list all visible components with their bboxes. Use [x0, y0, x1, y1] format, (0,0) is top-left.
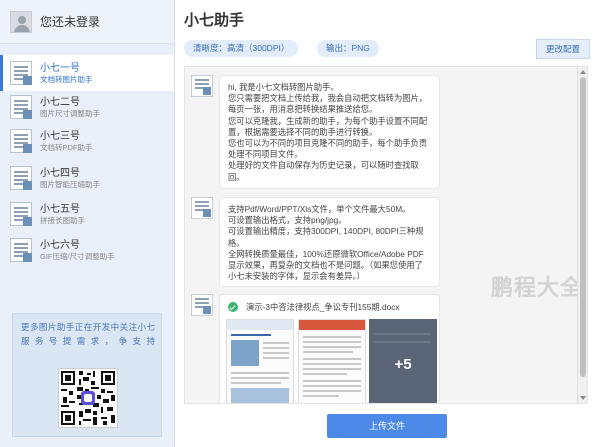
promo-text: 更多图片助手正在开发中关注小七服务号提需求，争支持: [21, 322, 155, 346]
sidebar-item-xiaoqi-4[interactable]: 小七四号 图片智能压缩助手: [0, 160, 174, 196]
sidebar-item-xiaoqi-6[interactable]: 小七六号 GIF压缩/尺寸调整助手: [0, 232, 174, 268]
sidebar-item-xiaoqi-1[interactable]: 小七一号 文档转图片助手: [0, 55, 174, 91]
sidebar-item-subtitle: 图片尺寸调整助手: [40, 108, 100, 118]
avatar[interactable]: [10, 10, 32, 33]
scroll-down-arrow-icon[interactable]: [580, 396, 586, 400]
file-result-bubble[interactable]: 演示-3中咨法律视点_争讼专刊155期.docx +5: [219, 294, 440, 403]
qr-code: [58, 368, 118, 428]
assistant-avatar: [191, 197, 213, 219]
long-image-icon: [10, 202, 32, 226]
message-text: 支持Pdf/Word/PPT/Xls文件，单个文件最大50M。 可设置输出格式，…: [228, 204, 424, 282]
main-panel: 小七助手 清晰度：高清（300DPI） 输出：PNG 更改配置 hi, 我是小七…: [176, 0, 600, 447]
promo-panel: 更多图片助手正在开发中关注小七服务号提需求，争支持: [12, 313, 162, 437]
sidebar-item-xiaoqi-2[interactable]: 小七二号 图片尺寸调整助手: [0, 89, 174, 125]
sidebar-item-title: 小七四号: [40, 167, 80, 179]
more-pages-thumbnail[interactable]: +5: [369, 319, 437, 403]
user-panel[interactable]: 您还未登录: [0, 0, 174, 44]
sidebar-item-subtitle: GIF压缩/尺寸调整助手: [40, 251, 115, 261]
assistant-avatar: [191, 294, 213, 316]
sidebar-item-title: 小七一号: [40, 62, 80, 74]
sidebar-item-xiaoqi-3[interactable]: 小七三号 文档转PDF助手: [0, 123, 174, 159]
success-check-icon: [228, 302, 238, 312]
message-text: hi, 我是小七文档转图片助手。 您只需要把文档上传给我，我会自动把文档转为图片…: [228, 82, 428, 182]
sidebar-item-subtitle: 文档转图片助手: [40, 74, 93, 84]
sidebar: 您还未登录 小七一号 文档转图片助手 小七二号 图片尺寸调整助手 小七三号 文档…: [0, 0, 175, 447]
chat-area[interactable]: hi, 我是小七文档转图片助手。 您只需要把文档上传给我，我会自动把文档转为图片…: [184, 66, 588, 404]
message-bubble: hi, 我是小七文档转图片助手。 您只需要把文档上传给我，我会自动把文档转为图片…: [219, 75, 440, 189]
quality-chip: 清晰度：高清（300DPI）: [184, 40, 299, 57]
page-thumbnail[interactable]: [298, 319, 366, 403]
watermark: 鹏程大全: [491, 275, 584, 300]
format-chip: 输出：PNG: [317, 40, 379, 57]
document-image-icon: [10, 61, 32, 85]
message-bubble: 支持Pdf/Word/PPT/Xls文件，单个文件最大50M。 可设置输出格式，…: [219, 197, 440, 287]
image-resize-icon: [10, 95, 32, 119]
user-name[interactable]: 您还未登录: [40, 13, 100, 30]
upload-file-button[interactable]: 上传文件: [327, 414, 447, 438]
sidebar-item-title: 小七三号: [40, 130, 80, 142]
sidebar-item-subtitle: 文档转PDF助手: [40, 142, 93, 152]
page-thumbnail[interactable]: [226, 319, 294, 403]
more-pages-count: +5: [394, 355, 412, 373]
scroll-up-arrow-icon[interactable]: [580, 70, 586, 74]
sidebar-item-title: 小七五号: [40, 203, 80, 215]
change-config-button[interactable]: 更改配置: [536, 39, 590, 59]
gif-icon: [10, 238, 32, 262]
document-pdf-icon: [10, 129, 32, 153]
image-compress-icon: [10, 166, 32, 190]
file-name[interactable]: 演示-3中咨法律视点_争讼专刊155期.docx: [246, 301, 400, 313]
scroll-thumb[interactable]: [580, 77, 586, 377]
sidebar-item-xiaoqi-5[interactable]: 小七五号 拼接长图助手: [0, 196, 174, 232]
assistant-avatar: [191, 75, 213, 97]
sidebar-item-title: 小七二号: [40, 96, 80, 108]
sidebar-item-subtitle: 图片智能压缩助手: [40, 179, 100, 189]
chat-scrollbar[interactable]: [577, 67, 587, 403]
page-title: 小七助手: [184, 12, 245, 29]
sidebar-item-title: 小七六号: [40, 239, 80, 251]
sidebar-item-subtitle: 拼接长图助手: [40, 215, 85, 225]
